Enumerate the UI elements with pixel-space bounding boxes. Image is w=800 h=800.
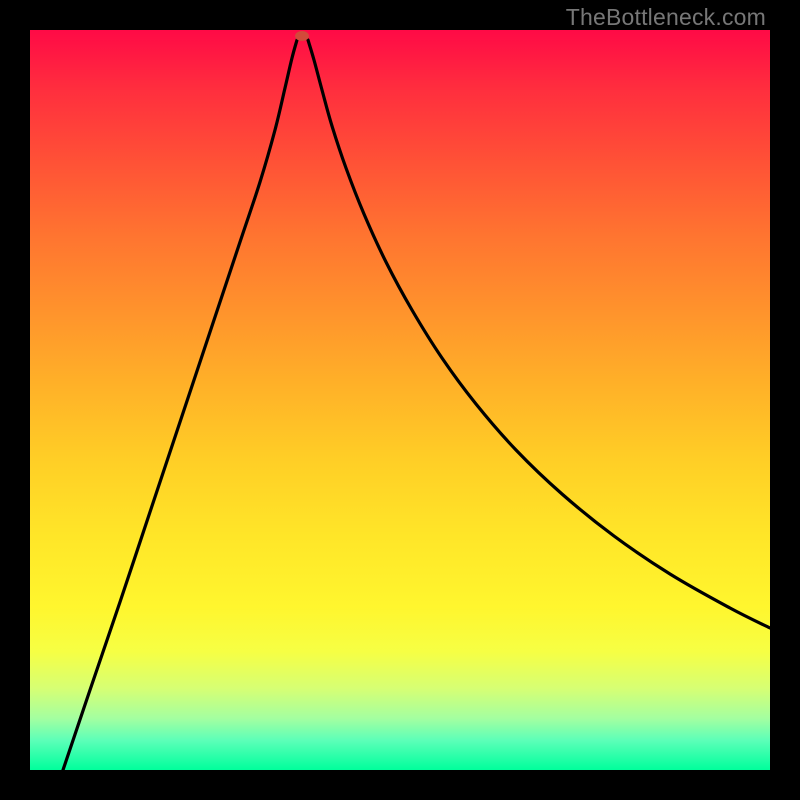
watermark-text: TheBottleneck.com <box>566 4 766 31</box>
plot-area <box>30 30 770 770</box>
curve-svg <box>30 30 770 770</box>
minimum-marker <box>295 31 309 41</box>
curve-right-branch <box>308 40 770 628</box>
curve-left-branch <box>63 40 297 770</box>
chart-frame: TheBottleneck.com <box>0 0 800 800</box>
